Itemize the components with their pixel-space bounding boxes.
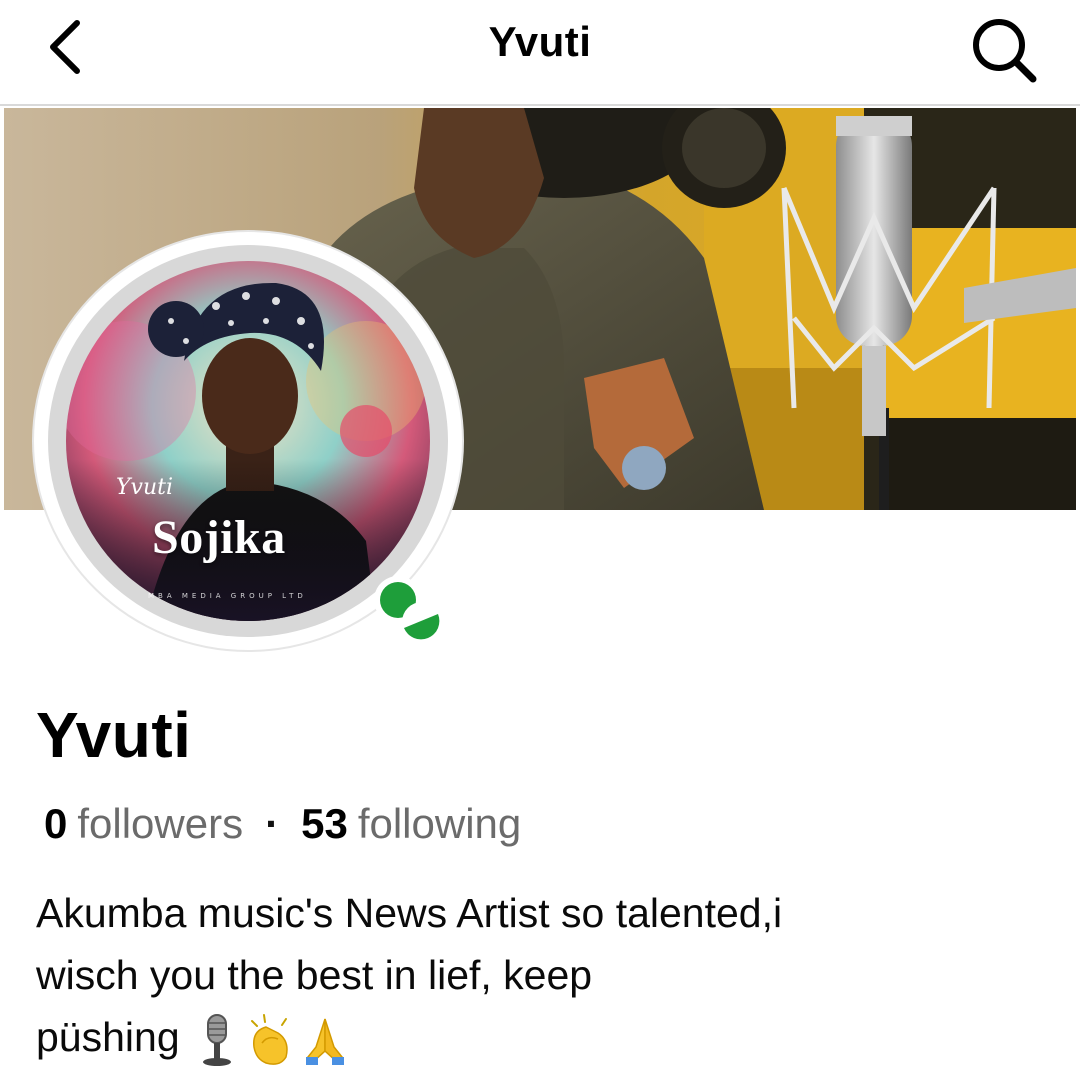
avatar-credit-text: MBA MEDIA GROUP LTD	[148, 592, 307, 600]
followers-count: 0	[44, 800, 68, 847]
avatar-brand-text: Sojika	[152, 511, 286, 564]
profile-bio: Akumba music's News Artist so talented,i…	[36, 882, 1036, 1068]
online-status-icon	[370, 574, 446, 646]
stats-separator: ·	[265, 800, 280, 847]
profile-page: Yvuti Yvuti Sojika MBA MEDIA GROUP LTD Y…	[0, 0, 1080, 1076]
page-title: Yvuti	[488, 18, 592, 65]
profile-name: Yvuti	[36, 699, 192, 771]
search-icon	[973, 19, 1037, 83]
microphone-icon	[202, 1014, 231, 1067]
followers-label: followers	[77, 800, 244, 847]
following-link[interactable]: 53 following	[301, 800, 521, 848]
bio-line-last: püshing	[36, 1006, 1036, 1068]
folded-hands-icon	[305, 1018, 344, 1066]
bio-line: wisch you the best in lief, keep	[36, 952, 593, 998]
avatar-photo	[66, 261, 430, 621]
bio-emoji-row	[192, 1013, 354, 1067]
following-label: following	[357, 800, 522, 847]
follow-stats: 0 followers · 53 following	[44, 800, 521, 848]
followers-link[interactable]: 0 followers	[44, 800, 243, 848]
search-button[interactable]	[964, 10, 1044, 90]
following-count: 53	[301, 800, 348, 847]
top-app-bar: Yvuti	[0, 0, 1080, 106]
avatar-script-text: Yvuti	[116, 475, 173, 500]
clapping-hands-icon	[250, 1014, 288, 1066]
bio-line-text: püshing	[36, 1014, 180, 1060]
bio-line: Akumba music's News Artist so talented,i	[36, 890, 783, 936]
